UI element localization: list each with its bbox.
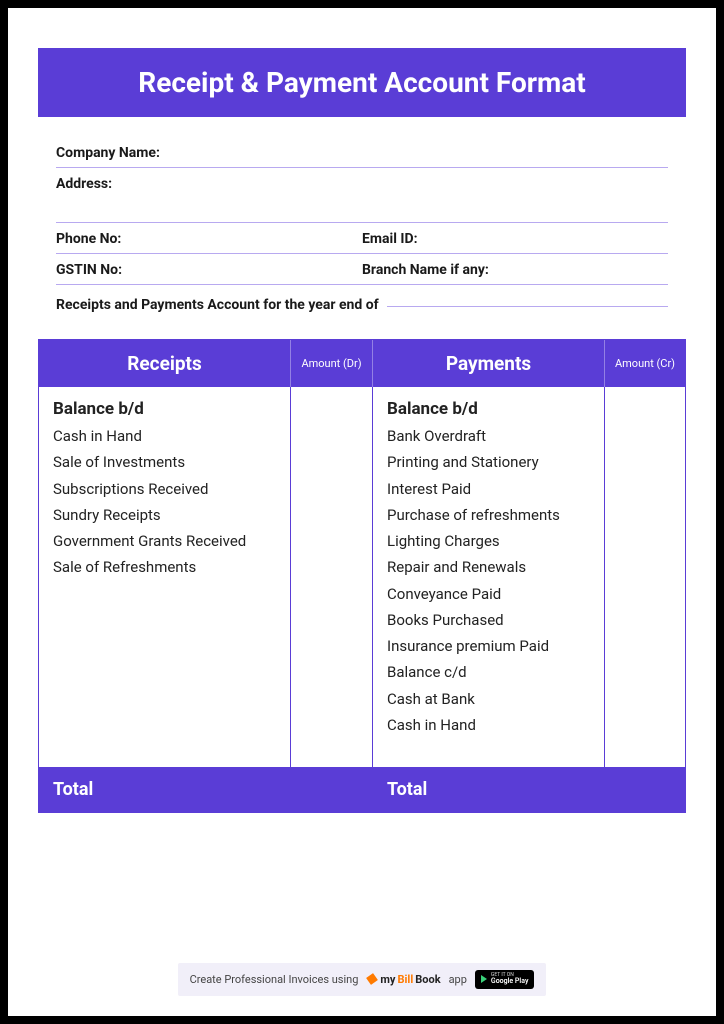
list-item: Lighting Charges — [387, 528, 590, 554]
amount-dr-column — [291, 387, 373, 767]
list-item: Subscriptions Received — [53, 476, 276, 502]
page-footer: Create Professional Invoices using myBil… — [38, 947, 686, 996]
table-header-row: Receipts Amount (Dr) Payments Amount (Cr… — [39, 340, 685, 387]
play-text: GET IT ON Google Play — [491, 973, 529, 986]
brand-logo: myBillBook — [366, 973, 440, 986]
table-body: Balance b/d Cash in HandSale of Investme… — [39, 387, 685, 767]
company-name-row: Company Name: — [56, 137, 668, 168]
brand-bill: Bill — [397, 973, 413, 986]
list-item: Books Purchased — [387, 607, 590, 633]
footer-app-text: app — [449, 973, 467, 986]
leaf-icon — [365, 972, 379, 986]
branch-label: Branch Name if any: — [362, 262, 668, 278]
total-cr — [605, 767, 685, 812]
google-play-badge[interactable]: GET IT ON Google Play — [475, 970, 535, 989]
amount-cr-header: Amount (Cr) — [605, 340, 685, 387]
total-left: Total — [39, 767, 291, 812]
list-item: Interest Paid — [387, 476, 590, 502]
payments-items: Bank OverdraftPrinting and StationeryInt… — [387, 423, 590, 738]
receipts-balance-heading: Balance b/d — [53, 399, 276, 419]
payments-header: Payments — [373, 340, 605, 387]
amount-dr-header: Amount (Dr) — [291, 340, 373, 387]
page-title: Receipt & Payment Account Format — [38, 48, 686, 117]
year-end-row: Receipts and Payments Account for the ye… — [56, 285, 668, 313]
gstin-branch-row: GSTIN No: Branch Name if any: — [56, 254, 668, 285]
list-item: Repair and Renewals — [387, 554, 590, 580]
list-item: Printing and Stationery — [387, 449, 590, 475]
list-item: Insurance premium Paid — [387, 633, 590, 659]
year-end-line — [387, 306, 668, 307]
brand-my: my — [380, 973, 395, 986]
list-item: Sale of Investments — [53, 449, 276, 475]
total-right: Total — [373, 767, 605, 812]
list-item: Conveyance Paid — [387, 581, 590, 607]
gplay-line2: Google Play — [491, 978, 529, 986]
company-name-label: Company Name: — [56, 145, 668, 161]
table-footer-row: Total Total — [39, 767, 685, 812]
list-item: Cash at Bank — [387, 686, 590, 712]
footer-banner: Create Professional Invoices using myBil… — [178, 963, 547, 996]
list-item: Sundry Receipts — [53, 502, 276, 528]
address-row: Address: — [56, 168, 668, 223]
gplay-line1: GET IT ON — [491, 973, 529, 979]
gstin-label: GSTIN No: — [56, 262, 362, 278]
address-label: Address: — [56, 176, 668, 192]
list-item: Purchase of refreshments — [387, 502, 590, 528]
email-label: Email ID: — [362, 231, 668, 247]
document-page: Receipt & Payment Account Format Company… — [8, 8, 716, 1016]
receipts-header: Receipts — [39, 340, 291, 387]
receipts-column: Balance b/d Cash in HandSale of Investme… — [39, 387, 291, 767]
list-item: Sale of Refreshments — [53, 554, 276, 580]
list-item: Balance c/d — [387, 659, 590, 685]
list-item: Cash in Hand — [387, 712, 590, 738]
amount-cr-column — [605, 387, 685, 767]
year-end-label: Receipts and Payments Account for the ye… — [56, 297, 379, 313]
payments-balance-heading: Balance b/d — [387, 399, 590, 419]
brand-book: Book — [415, 973, 440, 986]
company-info-block: Company Name: Address: Phone No: Email I… — [38, 117, 686, 323]
phone-label: Phone No: — [56, 231, 362, 247]
receipts-payments-table: Receipts Amount (Dr) Payments Amount (Cr… — [38, 339, 686, 813]
payments-column: Balance b/d Bank OverdraftPrinting and S… — [373, 387, 605, 767]
receipts-items: Cash in HandSale of InvestmentsSubscript… — [53, 423, 276, 581]
total-dr — [291, 767, 373, 812]
footer-text: Create Professional Invoices using — [190, 973, 359, 986]
play-icon — [481, 975, 487, 983]
list-item: Cash in Hand — [53, 423, 276, 449]
phone-email-row: Phone No: Email ID: — [56, 223, 668, 254]
list-item: Bank Overdraft — [387, 423, 590, 449]
list-item: Government Grants Received — [53, 528, 276, 554]
